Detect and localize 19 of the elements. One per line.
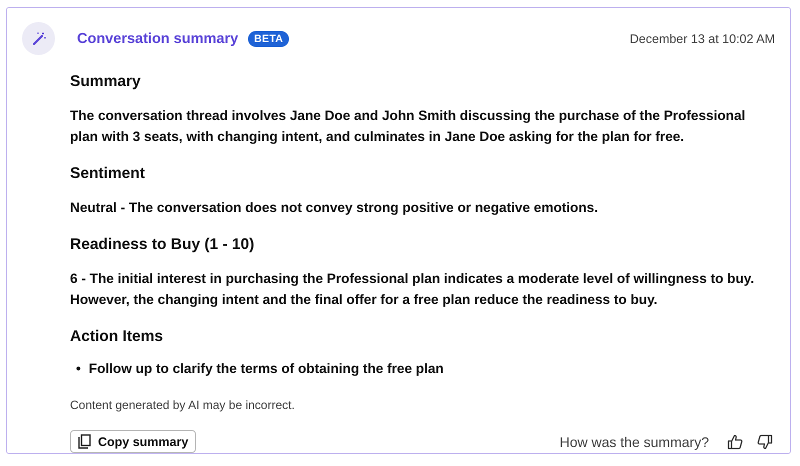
card-title: Conversation summary	[77, 30, 238, 46]
section-text: Neutral - The conversation does not convey strong positive or negative emotions.	[70, 199, 599, 217]
magic-wand-icon	[22, 22, 55, 55]
section-text: The conversation thread involves Jane Doe and John Smith discussing the purchase of the Professional plan with 3 seats, with changing intent, and culminates in Jane Doe asking for the plan for free.	[70, 107, 746, 146]
copy-icon	[78, 434, 92, 449]
section-heading: Summary	[70, 73, 142, 91]
copy-summary-button[interactable]: Copy summary	[70, 430, 196, 453]
section-heading: Sentiment	[70, 165, 146, 183]
section-text: 6 - The initial interest in purchasing the Professional plan indicates a moderate level of willingness to buy. However, the changing intent and the final offer for a free plan reduce the readiness to buy.	[70, 270, 756, 309]
thumbs-down-icon[interactable]	[757, 434, 773, 450]
disclaimer: Content generated by AI may be incorrect.	[70, 398, 296, 412]
action-item: Follow up to clarify the terms of obtaining the free plan	[88, 361, 444, 376]
timestamp: December 13 at 10:02 AM	[630, 32, 775, 46]
thumbs-up-icon[interactable]	[727, 434, 743, 450]
beta-badge: BETA	[248, 30, 290, 46]
bullet: •	[76, 361, 81, 376]
feedback-prompt: How was the summary?	[560, 434, 709, 450]
section-heading: Action Items	[70, 328, 164, 346]
section-heading: Readiness to Buy (1 - 10)	[70, 236, 256, 254]
